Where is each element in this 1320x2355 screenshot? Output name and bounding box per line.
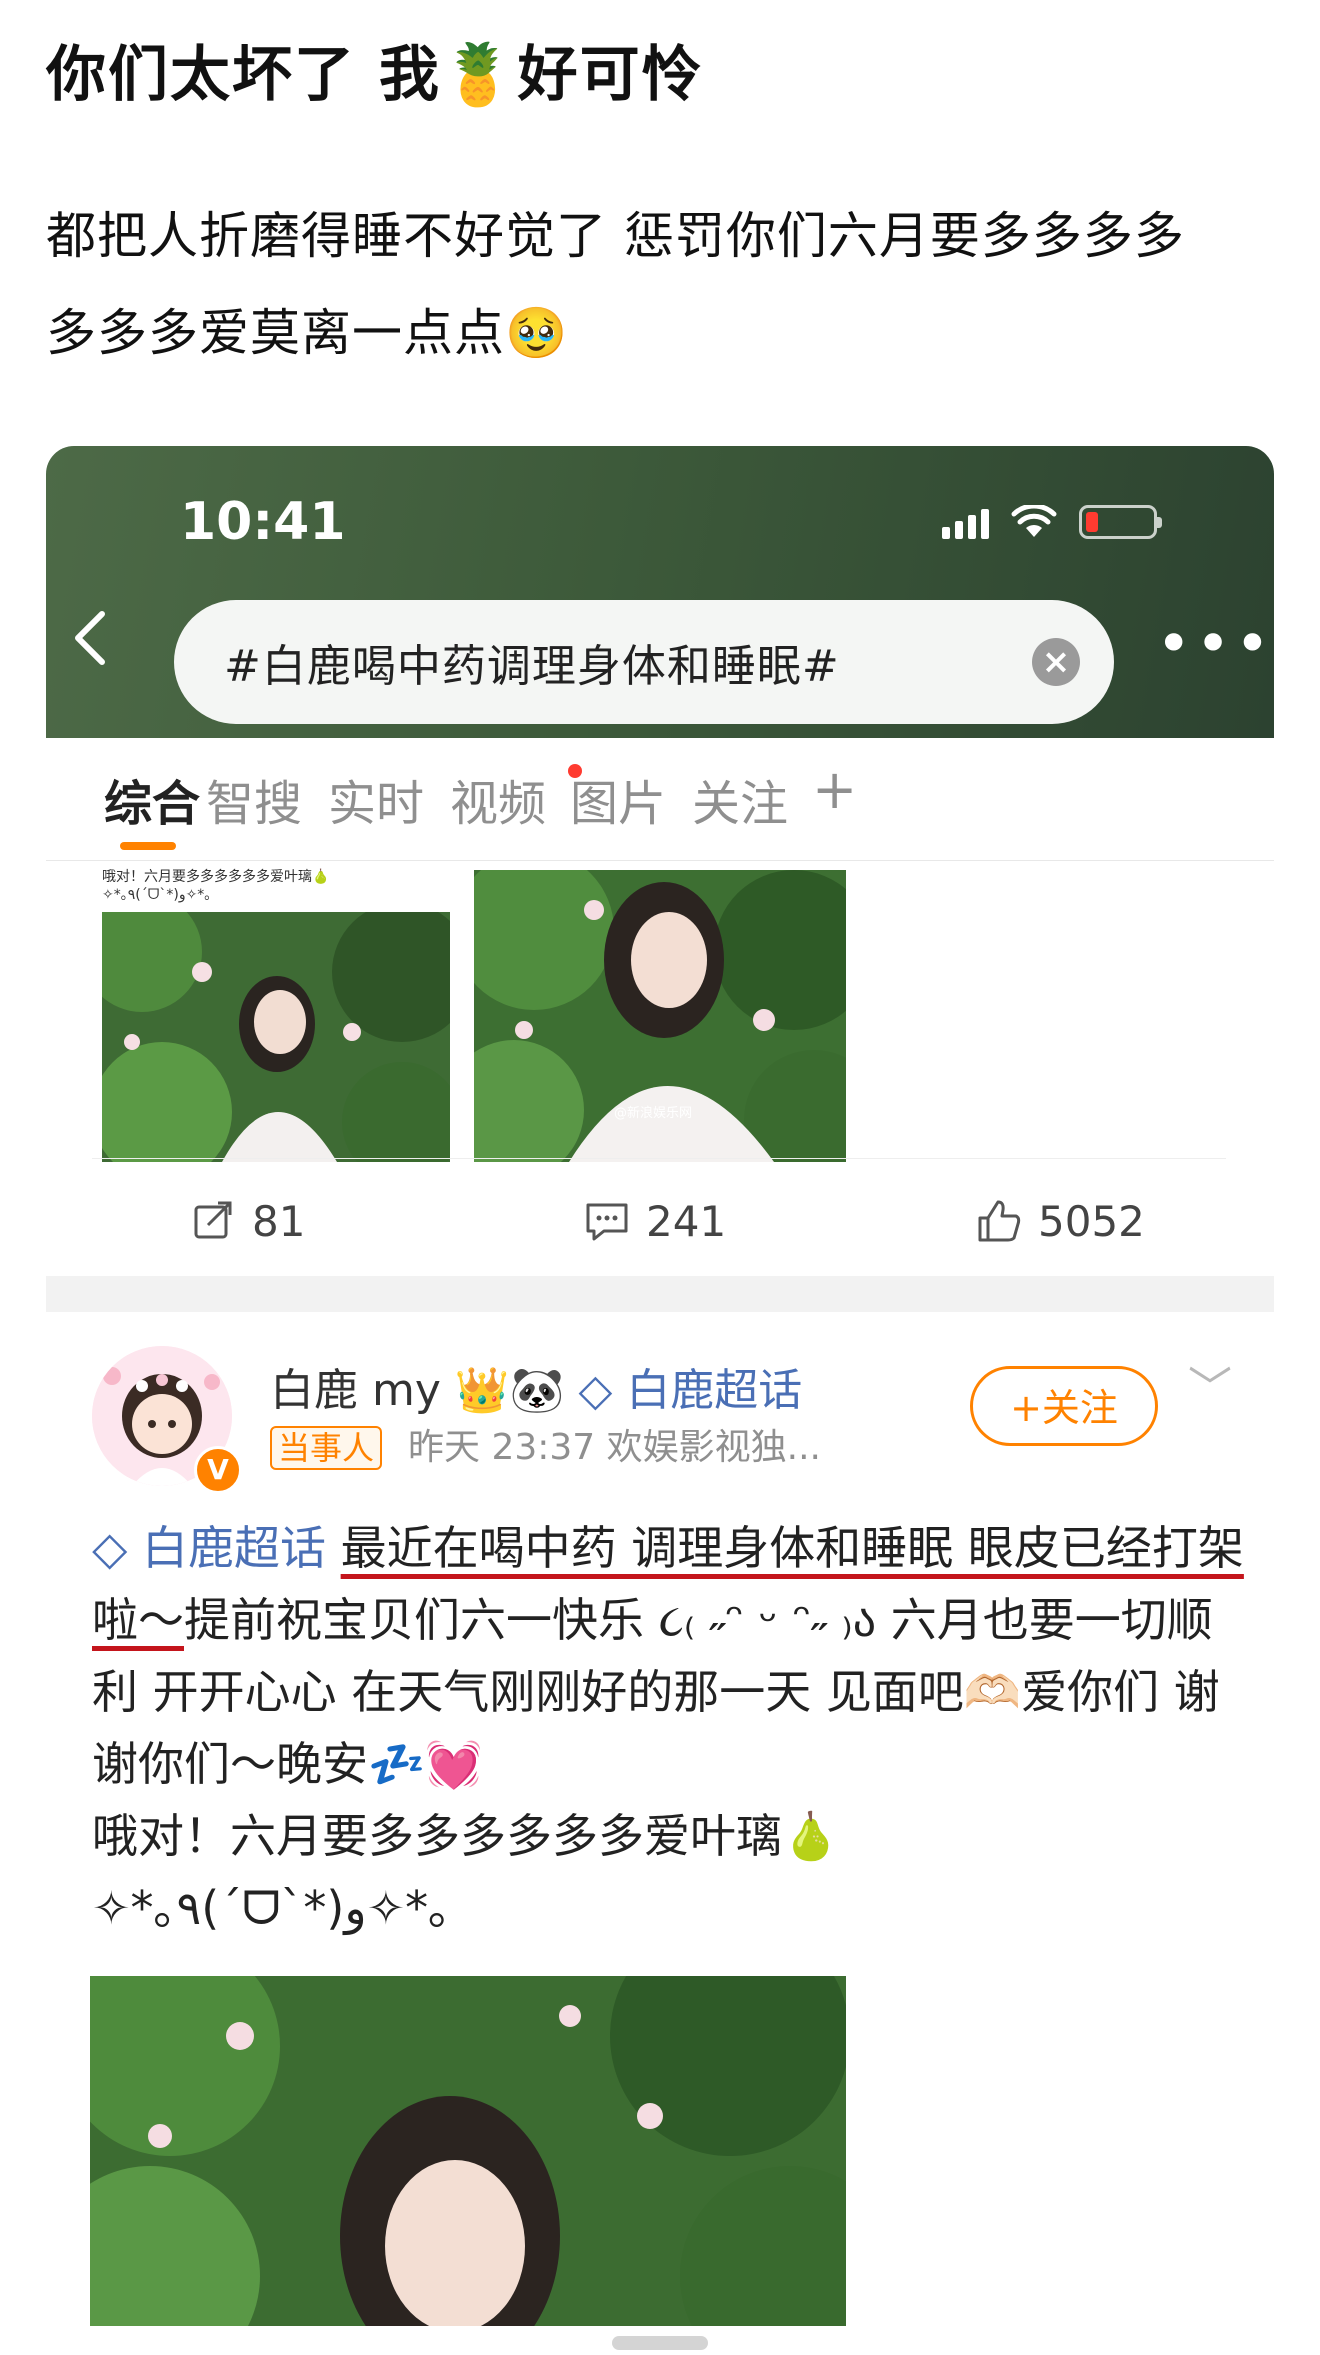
- home-indicator: [612, 2336, 708, 2350]
- section-gap: [46, 1276, 1274, 1312]
- post-meta: 昨天 23:37 欢娱影视独...: [408, 1427, 821, 1468]
- wifi-icon: [1011, 505, 1057, 537]
- tab-following[interactable]: 关注: [692, 764, 788, 834]
- embedded-screenshot: 10:41 #白鹿喝中药调理身体和睡眠# × ••• 综合 智搜 实时 视频 图…: [46, 446, 1274, 2326]
- repost-count: 81: [252, 1196, 306, 1246]
- back-icon[interactable]: [70, 608, 110, 679]
- comment-icon: [586, 1203, 628, 1241]
- tab-bar: 综合 智搜 实时 视频 图片 关注 +: [46, 738, 1274, 861]
- photo-watermark: @新浪娱乐网: [614, 1106, 693, 1121]
- like-count: 5052: [1038, 1196, 1145, 1246]
- status-badge: 当事人: [270, 1426, 383, 1470]
- post-title: 你们太坏了 我🍍好可怜: [46, 40, 704, 110]
- divider: [92, 1158, 1226, 1159]
- post-photo[interactable]: @新浪娱乐网: [474, 870, 846, 1162]
- repost-button[interactable]: 81: [192, 1186, 305, 1256]
- add-tab-icon[interactable]: +: [812, 758, 857, 821]
- tab-comprehensive[interactable]: 综合: [104, 764, 200, 834]
- tab-smart-search[interactable]: 智搜: [206, 764, 302, 834]
- more-icon[interactable]: •••: [1156, 614, 1274, 674]
- search-query: #白鹿喝中药调理身体和睡眠#: [224, 641, 840, 692]
- comment-count: 241: [646, 1196, 727, 1246]
- post-photo[interactable]: [102, 912, 450, 1162]
- like-button[interactable]: 5052: [976, 1186, 1145, 1256]
- content-text: 提前祝宝贝们六一快乐 ૮₍ ˶ᵔ ᵕ ᵔ˶ ₎ა 六月也要一切顺利 开开心心 在…: [92, 1593, 1220, 1791]
- status-time: 10:41: [180, 492, 346, 552]
- tab-indicator: [120, 842, 176, 850]
- clear-icon[interactable]: ×: [1032, 638, 1080, 686]
- post-body-line: 多多多爱莫离一点点🥹: [46, 304, 569, 362]
- app-header: 10:41 #白鹿喝中药调理身体和睡眠# × •••: [46, 446, 1274, 738]
- tab-pictures[interactable]: 图片: [570, 764, 666, 834]
- signal-icon: [942, 505, 989, 539]
- post-photo[interactable]: [90, 1976, 846, 2326]
- follow-button[interactable]: +关注: [970, 1366, 1158, 1446]
- prev-post-snippet: 哦对！六月要多多多多多多爱叶璃🍐 ✧*｡٩(ˊᗜˋ*)و✧*｡: [102, 869, 330, 903]
- post-content: ◇ 白鹿超话 最近在喝中药 调理身体和睡眠 眼皮已经打架啦～提前祝宝贝们六一快乐…: [92, 1512, 1252, 1944]
- repost-icon: [194, 1201, 232, 1239]
- username[interactable]: 白鹿 my: [270, 1365, 441, 1416]
- badge-icons: 👑🐼: [454, 1365, 565, 1416]
- status-bar-icons: [942, 502, 1162, 542]
- battery-icon: [1079, 505, 1162, 539]
- search-input[interactable]: #白鹿喝中药调理身体和睡眠# ×: [174, 600, 1114, 724]
- like-icon: [978, 1200, 1021, 1242]
- supertopic-icon: ◇: [578, 1365, 613, 1416]
- supertopic-icon: ◇: [92, 1521, 128, 1575]
- tab-realtime[interactable]: 实时: [328, 764, 424, 834]
- username-row: 白鹿 my 👑🐼 ◇ 白鹿超话: [270, 1354, 802, 1418]
- post-body-line: 都把人折磨得睡不好觉了 惩罚你们六月要多多多多: [46, 207, 1185, 265]
- chevron-down-icon[interactable]: ﹀: [1188, 1352, 1232, 1416]
- content-topic-link[interactable]: 白鹿超话: [142, 1521, 326, 1575]
- verified-icon: V: [194, 1446, 242, 1494]
- content-line: ✧*｡٩(ˊᗜˋ*)و✧*｡: [92, 1881, 452, 1935]
- content-line: 哦对！六月要多多多多多多爱叶璃🍐: [92, 1809, 840, 1863]
- comment-button[interactable]: 241: [584, 1186, 726, 1256]
- supertopic-link[interactable]: 白鹿超话: [626, 1365, 802, 1416]
- tab-video[interactable]: 视频: [450, 764, 546, 834]
- post-body: 都把人折磨得睡不好觉了 惩罚你们六月要多多多多 多多多爱莫离一点点🥹: [46, 188, 1276, 382]
